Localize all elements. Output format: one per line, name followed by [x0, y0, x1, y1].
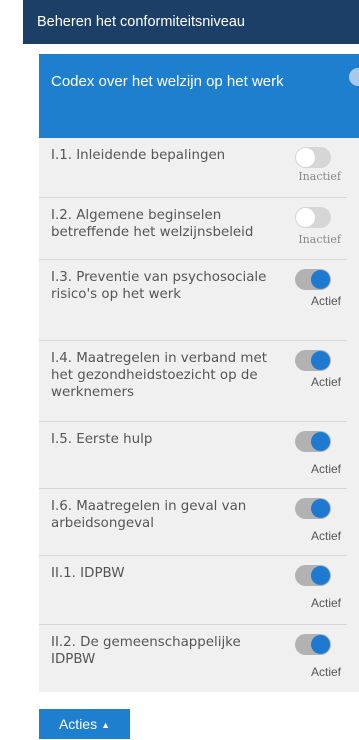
list-item: I.1. Inleidende bepalingen Inactief [39, 138, 347, 197]
status-toggle[interactable] [295, 498, 331, 519]
toggle-knob [296, 148, 315, 167]
caret-up-icon: ▲ [101, 720, 111, 730]
toggle-knob [311, 499, 330, 518]
status-label: Actief [310, 665, 341, 679]
status-label: Actief [310, 596, 341, 610]
codex-panel: Codex over het welzijn op het werk I.1. … [39, 54, 359, 692]
page-title-bar: Beheren het conformiteitsniveau [23, 0, 359, 44]
actions-label: Acties [58, 716, 98, 732]
status-label: Inactief [298, 170, 341, 183]
page-title: Beheren het conformiteitsniveau [37, 14, 245, 30]
status-label: Inactief [298, 233, 341, 246]
panel-title: Codex over het welzijn op het werk [51, 73, 284, 90]
chapter-label: II.2. De gemeenschappelijke IDPBW [51, 635, 241, 667]
list-item: II.1. IDPBW Actief [39, 555, 347, 624]
chapter-label: II.1. IDPBW [51, 566, 125, 581]
circle-icon[interactable] [349, 68, 359, 86]
toggle-knob [311, 566, 330, 585]
status-toggle[interactable] [295, 431, 331, 452]
chapter-label: I.3. Preventie van psychosociale risico'… [51, 270, 267, 302]
status-label: Actief [310, 375, 341, 389]
status-label: Actief [310, 294, 341, 308]
chapter-label: I.1. Inleidende bepalingen [51, 148, 226, 163]
list-item: I.3. Preventie van psychosociale risico'… [39, 259, 347, 340]
status-toggle[interactable] [295, 207, 331, 228]
chapter-label: I.2. Algemene beginselen betreffende het… [51, 208, 254, 240]
list-item: II.2. De gemeenschappelijke IDPBW Actief [39, 624, 347, 692]
status-label: Actief [310, 462, 341, 476]
status-toggle[interactable] [295, 565, 331, 586]
status-label: Actief [310, 529, 341, 543]
toggle-knob [311, 270, 330, 289]
toggle-knob [296, 208, 315, 227]
chapter-label: I.6. Maatregelen in geval van arbeidsong… [51, 499, 247, 531]
list-item: I.2. Algemene beginselen betreffende het… [39, 197, 347, 259]
status-toggle[interactable] [295, 147, 331, 168]
actions-button[interactable]: Acties ▲ [39, 709, 130, 739]
chapter-label: I.5. Eerste hulp [51, 432, 153, 447]
list-item: I.4. Maatregelen in verband met het gezo… [39, 340, 347, 421]
chapter-list: I.1. Inleidende bepalingen Inactief I.2.… [39, 138, 347, 692]
chapter-label: I.4. Maatregelen in verband met het gezo… [51, 351, 267, 400]
status-toggle[interactable] [295, 269, 331, 290]
list-item: I.5. Eerste hulp Actief [39, 421, 347, 488]
status-toggle[interactable] [295, 350, 331, 371]
toggle-knob [311, 635, 330, 654]
status-toggle[interactable] [295, 634, 331, 655]
toggle-knob [311, 432, 330, 451]
toggle-knob [311, 351, 330, 370]
panel-header: Codex over het welzijn op het werk [39, 54, 359, 138]
list-item: I.6. Maatregelen in geval van arbeidsong… [39, 488, 347, 555]
